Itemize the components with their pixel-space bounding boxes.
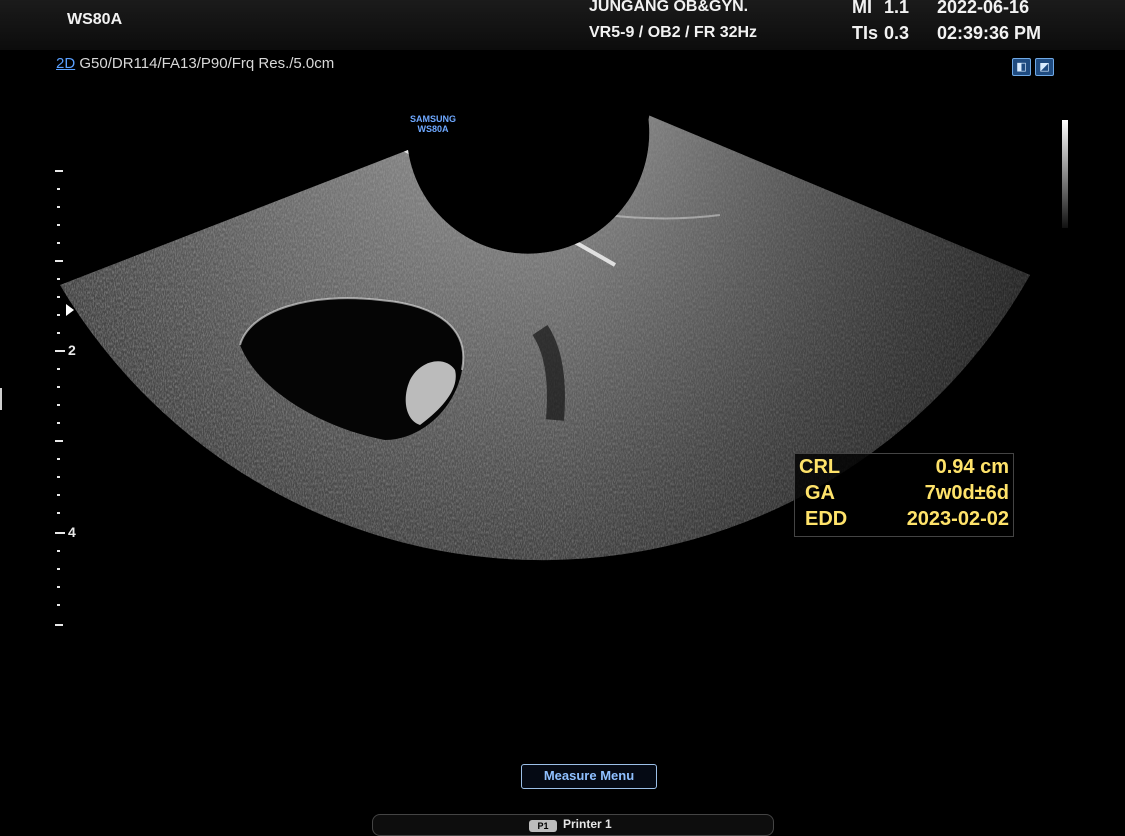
ruler-tick — [55, 260, 63, 262]
side-marker — [0, 388, 2, 410]
param-depth: 5.0cm — [293, 55, 335, 72]
tis-value: 0.3 — [884, 23, 910, 43]
ruler-tick — [55, 170, 63, 172]
measurement-value: 0.94 cm — [935, 456, 1009, 478]
measurement-row-crl: CRL 0.94 cm — [795, 456, 1013, 482]
ultrasound-image — [60, 100, 1030, 561]
brand-watermark: SAMSUNG WS80A — [410, 114, 456, 134]
ruler-tick — [57, 404, 60, 406]
imaging-parameters: 2D G50/DR114/FA13/P90/Frq Res./5.0cm — [56, 55, 335, 72]
param-frq: Frq Res. — [231, 55, 290, 72]
param-dr: DR114 — [111, 55, 158, 72]
measurement-value: 7w0d±6d — [924, 482, 1009, 504]
measure-menu-button[interactable]: Measure Menu — [521, 764, 657, 789]
exam-date: 2022-06-16 — [937, 0, 1030, 17]
ruler-tick — [57, 512, 60, 514]
depth-ruler: 2 4 — [50, 165, 90, 635]
measurement-label: GA — [805, 482, 835, 504]
brand-line-2: WS80A — [417, 124, 449, 134]
probe-status-icon[interactable]: ◧ — [1012, 58, 1031, 76]
measurement-row-ga: GA 7w0d±6d — [795, 482, 1013, 508]
ruler-tick — [57, 586, 60, 588]
mi-value: 1.1 — [884, 0, 910, 17]
ruler-tick — [55, 440, 63, 442]
probe-preset: VR5-9 / OB2 / FR 32Hz — [589, 24, 758, 41]
ruler-tick — [57, 188, 60, 190]
ruler-tick — [55, 624, 63, 626]
measurement-value: 2023-02-02 — [906, 508, 1009, 530]
ruler-label-2: 2 — [68, 342, 76, 358]
ruler-tick — [57, 242, 60, 244]
printer-icon[interactable]: P1 — [529, 820, 557, 832]
exam-time: 02:39:36 PM — [937, 23, 1042, 43]
device-model: WS80A — [67, 11, 123, 28]
measurement-row-edd: EDD 2023-02-02 — [795, 508, 1013, 534]
ruler-tick — [57, 604, 60, 606]
param-fa: FA13 — [161, 55, 197, 72]
printer-label[interactable]: Printer 1 — [563, 817, 612, 831]
tis-label: TIs — [852, 23, 879, 43]
mode-2d-tab[interactable]: 2D — [56, 55, 75, 72]
ruler-tick — [57, 386, 60, 388]
measurement-label: CRL — [799, 456, 841, 478]
ruler-tick — [57, 368, 60, 370]
ruler-tick — [57, 224, 60, 226]
ruler-tick — [55, 532, 65, 534]
ruler-tick — [57, 278, 60, 280]
param-gain: G50 — [79, 55, 108, 72]
ruler-tick — [57, 296, 60, 298]
ruler-tick — [55, 350, 65, 352]
ruler-label-4: 4 — [68, 524, 76, 540]
ruler-tick — [57, 494, 60, 496]
ruler-tick — [57, 332, 60, 334]
ruler-tick — [57, 458, 60, 460]
ruler-tick — [57, 422, 60, 424]
ruler-tick — [57, 550, 60, 552]
brand-line-1: SAMSUNG — [410, 114, 457, 124]
ruler-tick — [57, 314, 60, 316]
mode-indicator-icon[interactable]: ◩ — [1035, 58, 1054, 76]
mi-label: MI — [852, 0, 872, 17]
ruler-tick — [57, 568, 60, 570]
measurement-results: CRL 0.94 cm GA 7w0d±6d EDD 2023-02-02 — [794, 453, 1014, 537]
focus-marker-icon[interactable] — [66, 304, 74, 316]
ruler-tick — [57, 206, 60, 208]
measurement-label: EDD — [805, 508, 848, 530]
param-p: P90 — [200, 55, 228, 72]
institution-name: JUNGANG OB&GYN. — [589, 0, 749, 15]
ruler-tick — [57, 476, 60, 478]
